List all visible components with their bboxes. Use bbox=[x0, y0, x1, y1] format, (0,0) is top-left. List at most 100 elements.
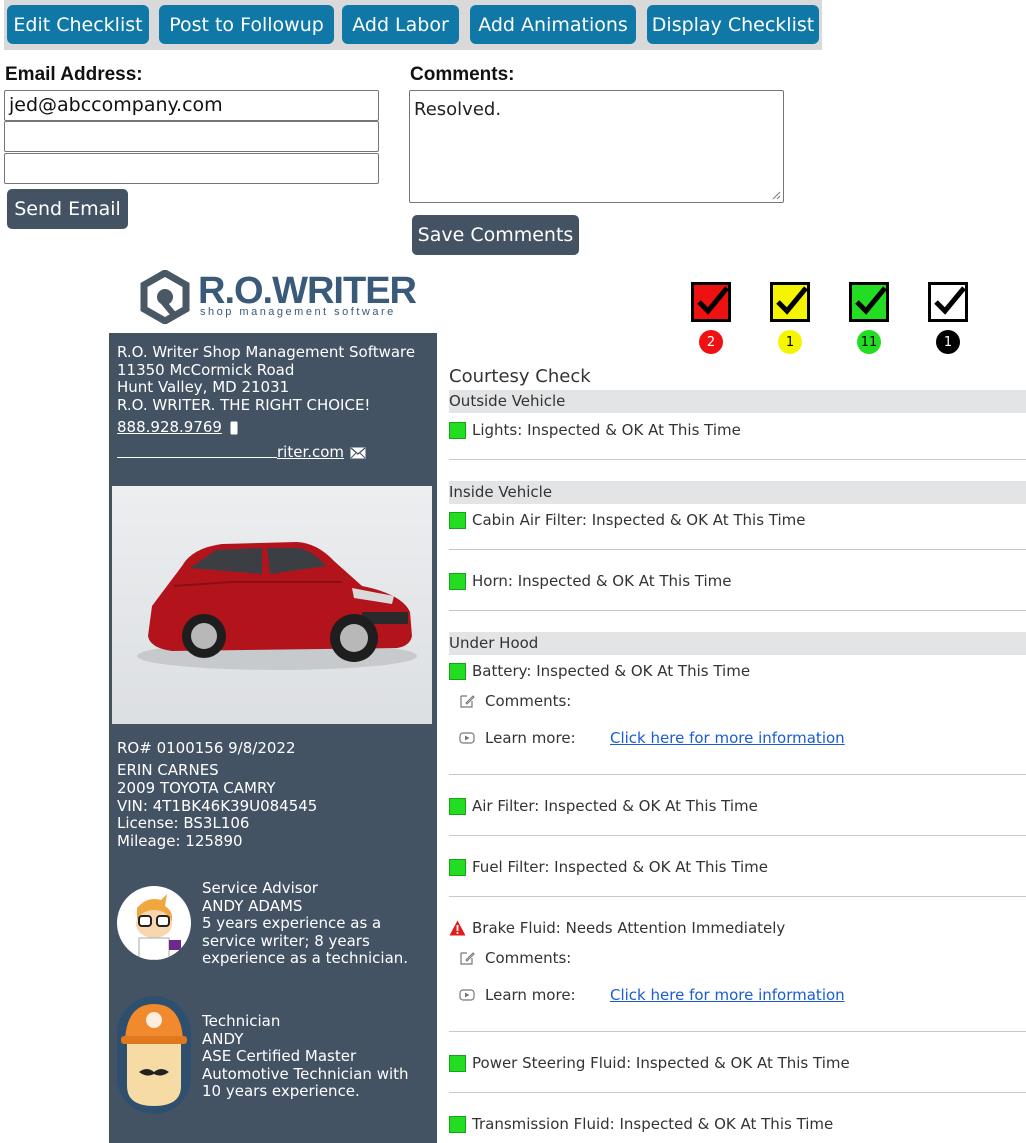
item-fuel-filter-label: Fuel Filter: Inspected & OK At This Time bbox=[472, 858, 768, 876]
advisor-info: Service Advisor ANDY ADAMS 5 years exper… bbox=[202, 879, 427, 968]
brake-comments-row: Comments: bbox=[459, 948, 571, 968]
envelope-icon bbox=[350, 447, 366, 459]
item-power-steering-label: Power Steering Fluid: Inspected & OK At … bbox=[472, 1054, 850, 1072]
shop-phone-row[interactable]: 888.928.9769 bbox=[117, 418, 238, 437]
comments-label: Comments: bbox=[410, 64, 515, 85]
green-status-icon bbox=[449, 572, 466, 590]
divider bbox=[449, 774, 1026, 775]
yellow-count-badge: 1 bbox=[778, 330, 802, 354]
toolbar: Edit Checklist Post to Followup Add Labo… bbox=[4, 0, 822, 50]
shop-address-1: 11350 McCormick Road bbox=[117, 361, 295, 379]
summary-green: 11 bbox=[849, 282, 889, 354]
vehicle-license: License: BS3L106 bbox=[117, 814, 250, 832]
logo-tagline: shop management software bbox=[200, 306, 396, 318]
vehicle-photo bbox=[112, 486, 432, 724]
item-air-filter-label: Air Filter: Inspected & OK At This Time bbox=[472, 797, 758, 815]
brake-more-info-link[interactable]: Click here for more information bbox=[610, 986, 845, 1004]
shop-phone-link[interactable]: 888.928.9769 bbox=[117, 418, 222, 437]
checklist-title: Courtesy Check bbox=[449, 366, 591, 387]
item-battery-label: Battery: Inspected & OK At This Time bbox=[472, 662, 751, 680]
shop-email-row[interactable]: riter.com bbox=[117, 443, 366, 462]
email-field-2[interactable] bbox=[4, 121, 379, 152]
vehicle-mileage: Mileage: 125890 bbox=[117, 832, 243, 850]
summary-black: 1 bbox=[928, 282, 968, 354]
edit-note-icon bbox=[460, 952, 475, 965]
advisor-cartoon-icon bbox=[136, 894, 181, 960]
yellow-check-box-icon bbox=[770, 282, 810, 322]
green-status-icon bbox=[449, 421, 466, 439]
green-status-icon bbox=[449, 1054, 466, 1072]
battery-comments-row: Comments: bbox=[459, 691, 571, 711]
edit-checklist-button[interactable]: Edit Checklist bbox=[7, 5, 149, 44]
summary-red: 2 bbox=[691, 282, 731, 354]
shop-name: R.O. Writer Shop Management Software bbox=[117, 343, 416, 361]
email-field-3[interactable] bbox=[4, 153, 379, 184]
advisor-role: Service Advisor bbox=[202, 879, 318, 897]
advisor-name: ANDY ADAMS bbox=[202, 896, 303, 915]
resize-grip-icon[interactable] bbox=[771, 190, 781, 200]
email-address-label: Email Address: bbox=[5, 64, 143, 85]
comments-textarea[interactable]: Resolved. bbox=[409, 90, 784, 203]
advisor-bio: 5 years experience as a service writer; … bbox=[202, 914, 409, 967]
technician-info: Technician ANDY ASE Certified Master Aut… bbox=[202, 1012, 427, 1101]
black-check-box-icon bbox=[928, 282, 968, 322]
add-animations-button[interactable]: Add Animations bbox=[470, 5, 636, 44]
divider bbox=[449, 1092, 1026, 1093]
green-count-badge: 11 bbox=[857, 330, 881, 354]
display-checklist-button[interactable]: Display Checklist bbox=[647, 5, 819, 44]
technician-bio: ASE Certified Master Automotive Technici… bbox=[202, 1047, 409, 1100]
item-transmission-label: Transmission Fluid: Inspected & OK At Th… bbox=[472, 1115, 834, 1133]
email-field-1[interactable]: jed@abccompany.com bbox=[4, 90, 379, 121]
divider bbox=[449, 549, 1026, 550]
item-brake-fluid-label: Brake Fluid: Needs Attention Immediately bbox=[472, 919, 786, 937]
email-redacted bbox=[117, 457, 277, 459]
battery-more-info-link[interactable]: Click here for more information bbox=[610, 729, 845, 747]
divider bbox=[449, 610, 1026, 611]
green-check-box-icon bbox=[849, 282, 889, 322]
battery-learn-more-label: Learn more: bbox=[485, 729, 576, 747]
shop-address-2: Hunt Valley, MD 21031 bbox=[117, 378, 290, 396]
divider bbox=[449, 835, 1026, 836]
brake-learn-more-row: Learn more: Click here for more informat… bbox=[459, 985, 1019, 1005]
customer-name: ERIN CARNES bbox=[117, 761, 219, 779]
wrench-logo-icon bbox=[140, 270, 190, 324]
item-lights-label: Lights: Inspected & OK At This Time bbox=[472, 421, 741, 439]
send-email-button[interactable]: Send Email bbox=[7, 189, 128, 229]
phone-icon bbox=[230, 421, 238, 435]
car-image bbox=[112, 486, 432, 724]
add-labor-button[interactable]: Add Labor bbox=[342, 5, 459, 44]
black-count-badge: 1 bbox=[936, 330, 960, 354]
category-outside-vehicle: Outside Vehicle bbox=[449, 390, 1026, 413]
vehicle-vin: VIN: 4T1BK46K39U084545 bbox=[117, 797, 318, 815]
category-inside-vehicle: Inside Vehicle bbox=[449, 481, 1026, 504]
brake-comments-label: Comments: bbox=[485, 949, 572, 967]
shop-slogan: R.O. WRITER. THE RIGHT CHOICE! bbox=[117, 396, 371, 414]
save-comments-button[interactable]: Save Comments bbox=[412, 215, 579, 255]
shop-sidebar: R.O. Writer Shop Management Software 113… bbox=[109, 333, 437, 1143]
video-play-icon bbox=[459, 732, 475, 744]
edit-note-icon bbox=[460, 695, 475, 708]
divider bbox=[449, 1031, 1026, 1032]
comments-value: Resolved. bbox=[414, 99, 502, 120]
technician-name: ANDY bbox=[202, 1029, 244, 1048]
red-count-badge: 2 bbox=[699, 330, 723, 354]
red-check-box-icon bbox=[691, 282, 731, 322]
divider bbox=[449, 896, 1026, 897]
item-horn-label: Horn: Inspected & OK At This Time bbox=[472, 572, 732, 590]
post-to-followup-button[interactable]: Post to Followup bbox=[159, 5, 334, 44]
advisor-avatar bbox=[117, 886, 191, 960]
item-cabin-air-filter-label: Cabin Air Filter: Inspected & OK At This… bbox=[472, 511, 806, 529]
ro-number-date: RO# 0100156 9/8/2022 bbox=[117, 739, 296, 757]
video-play-icon bbox=[459, 989, 475, 1001]
vehicle-model: 2009 TOYOTA CAMRY bbox=[117, 779, 276, 797]
shop-email-link[interactable]: riter.com bbox=[277, 443, 344, 462]
green-status-icon bbox=[449, 1115, 466, 1133]
technician-avatar bbox=[117, 996, 191, 1114]
battery-learn-more-row: Learn more: Click here for more informat… bbox=[459, 728, 1019, 748]
technician-cartoon-icon bbox=[121, 1004, 187, 1106]
category-under-hood: Under Hood bbox=[449, 632, 1026, 655]
ro-writer-logo: R.O.WRITER shop management software bbox=[138, 268, 417, 326]
green-status-icon bbox=[449, 797, 466, 815]
brake-learn-more-label: Learn more: bbox=[485, 986, 576, 1004]
summary-yellow: 1 bbox=[770, 282, 810, 354]
